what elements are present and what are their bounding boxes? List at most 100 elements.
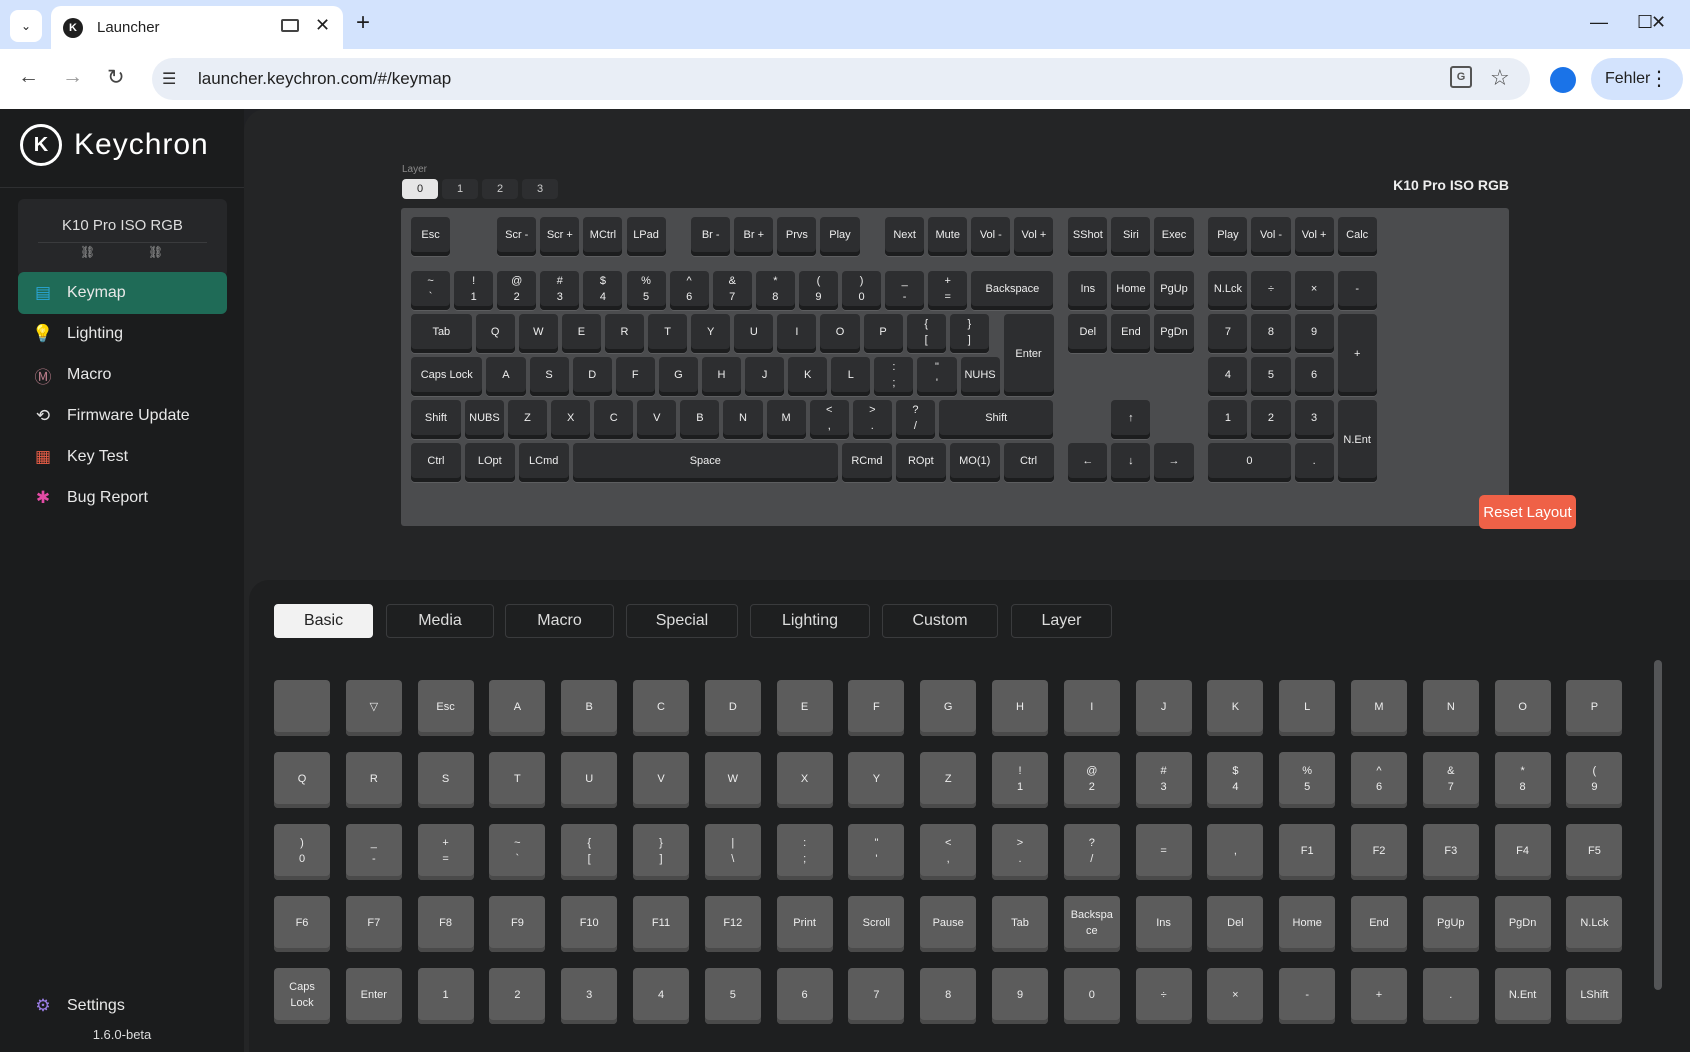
keycode-key[interactable]: I: [1063, 680, 1120, 736]
panel-scrollbar[interactable]: [1654, 660, 1662, 990]
keycode-key[interactable]: " ': [848, 824, 905, 880]
key[interactable]: Vol -: [971, 217, 1011, 257]
key[interactable]: Del: [1068, 313, 1108, 354]
key[interactable]: : ;: [874, 357, 914, 397]
keycode-key[interactable]: } ]: [633, 824, 689, 880]
keycode-key[interactable]: -: [1279, 968, 1336, 1024]
key[interactable]: J: [745, 357, 785, 397]
key[interactable]: G: [658, 357, 698, 397]
keycode-key[interactable]: ,: [1207, 824, 1264, 880]
keycode-key[interactable]: 3: [561, 968, 618, 1024]
keycode-key[interactable]: Esc: [417, 680, 474, 736]
key[interactable]: N.Lck: [1208, 270, 1248, 310]
profile-person-icon[interactable]: [1550, 67, 1576, 93]
sidebar-item-key-test[interactable]: ▦ Key Test: [18, 436, 227, 478]
key[interactable]: Calc: [1337, 217, 1377, 257]
keycode-key[interactable]: LShift: [1566, 968, 1623, 1024]
keycode-key[interactable]: > .: [992, 824, 1048, 880]
key[interactable]: LOpt: [464, 443, 515, 483]
keycode-key[interactable]: ) 0: [274, 824, 330, 880]
key[interactable]: Enter: [1003, 313, 1054, 397]
key[interactable]: Mute: [928, 217, 968, 257]
key[interactable]: C: [594, 400, 634, 440]
key[interactable]: SShot: [1068, 217, 1108, 257]
key[interactable]: V: [637, 400, 677, 440]
new-tab-plus-icon[interactable]: +: [356, 9, 370, 37]
key[interactable]: T: [648, 313, 688, 354]
key[interactable]: MCtrl: [583, 217, 623, 257]
sidebar-item-firmware-update[interactable]: ⟲ Firmware Update: [18, 395, 227, 437]
back-arrow-icon[interactable]: ←: [18, 65, 39, 89]
key[interactable]: ROpt: [895, 443, 946, 483]
keycode-key[interactable]: Z: [920, 752, 977, 808]
key[interactable]: Shift: [938, 400, 1054, 440]
key[interactable]: & 7: [712, 270, 752, 310]
key[interactable]: Caps Lock: [411, 357, 483, 397]
sidebar-item-bug-report[interactable]: ✱ Bug Report: [18, 477, 227, 519]
key[interactable]: I: [777, 313, 817, 354]
keycode-key[interactable]: { [: [561, 824, 618, 880]
key[interactable]: Backspace: [971, 270, 1054, 310]
key[interactable]: ) 0: [842, 270, 882, 310]
keycode-key[interactable]: $ 4: [1207, 752, 1264, 808]
keycode-key[interactable]: N.Lck: [1566, 896, 1623, 952]
key[interactable]: B: [680, 400, 720, 440]
tab-special[interactable]: Special: [626, 604, 738, 638]
layer-button-0[interactable]: 0: [402, 179, 438, 199]
key[interactable]: Scr +: [540, 217, 580, 257]
keycode-key[interactable]: G: [920, 680, 977, 736]
browser-tab[interactable]: K Launcher ✕: [51, 6, 343, 49]
keycode-key[interactable]: ~ `: [489, 824, 546, 880]
key[interactable]: N.Ent: [1337, 400, 1377, 483]
keycode-key[interactable]: Tab: [992, 896, 1048, 952]
keycode-key[interactable]: F: [848, 680, 905, 736]
key[interactable]: MO(1): [949, 443, 1000, 483]
keycode-key[interactable]: F1: [1279, 824, 1336, 880]
sidebar-item-lighting[interactable]: 💡 Lighting: [18, 313, 227, 355]
keycode-key[interactable]: Print: [776, 896, 833, 952]
tab-lighting[interactable]: Lighting: [750, 604, 870, 638]
key[interactable]: W: [518, 313, 558, 354]
keycode-key[interactable]: Del: [1207, 896, 1264, 952]
keycode-key[interactable]: X: [776, 752, 833, 808]
key[interactable]: LPad: [626, 217, 666, 257]
key[interactable]: +: [1337, 313, 1377, 397]
keycode-key[interactable]: R: [345, 752, 402, 808]
key[interactable]: PgUp: [1154, 270, 1194, 310]
keycode-key[interactable]: A: [489, 680, 546, 736]
keycode-key[interactable]: F4: [1494, 824, 1551, 880]
profile-error-button[interactable]: Fehler ⋮: [1591, 58, 1683, 100]
key[interactable]: 4: [1208, 357, 1248, 397]
layer-button-2[interactable]: 2: [482, 179, 518, 199]
key[interactable]: H: [701, 357, 742, 397]
keycode-key[interactable]: Y: [848, 752, 905, 808]
keycode-key[interactable]: B: [561, 680, 618, 736]
keycode-key[interactable]: F5: [1566, 824, 1623, 880]
minimize-icon[interactable]: —: [1590, 12, 1608, 33]
link-icon[interactable]: ⛓: [80, 245, 95, 259]
key[interactable]: Play: [820, 217, 860, 257]
key[interactable]: > .: [852, 400, 892, 440]
keycode-key[interactable]: +: [1351, 968, 1407, 1024]
key[interactable]: NUBS: [464, 400, 504, 440]
keycode-key[interactable]: 6: [776, 968, 833, 1024]
keycode-key[interactable]: F10: [561, 896, 618, 952]
tab-custom[interactable]: Custom: [882, 604, 998, 638]
keycode-key[interactable]: Q: [274, 752, 330, 808]
layer-button-1[interactable]: 1: [442, 179, 478, 199]
key[interactable]: M: [766, 400, 806, 440]
keycode-key[interactable]: F2: [1351, 824, 1407, 880]
keycode-key[interactable]: * 8: [1494, 752, 1551, 808]
key[interactable]: P: [863, 313, 903, 354]
keycode-key[interactable]: Enter: [345, 968, 402, 1024]
keycode-key[interactable]: =: [1135, 824, 1192, 880]
key[interactable]: @ 2: [497, 270, 537, 310]
keycode-key[interactable]: ×: [1207, 968, 1264, 1024]
keycode-key[interactable]: % 5: [1279, 752, 1336, 808]
sidebar-item-keymap[interactable]: ▤ Keymap: [18, 272, 227, 314]
key[interactable]: 1: [1208, 400, 1248, 440]
keycode-key[interactable]: K: [1207, 680, 1264, 736]
key[interactable]: " ': [917, 357, 957, 397]
key[interactable]: X: [551, 400, 591, 440]
key[interactable]: Shift: [411, 400, 461, 440]
